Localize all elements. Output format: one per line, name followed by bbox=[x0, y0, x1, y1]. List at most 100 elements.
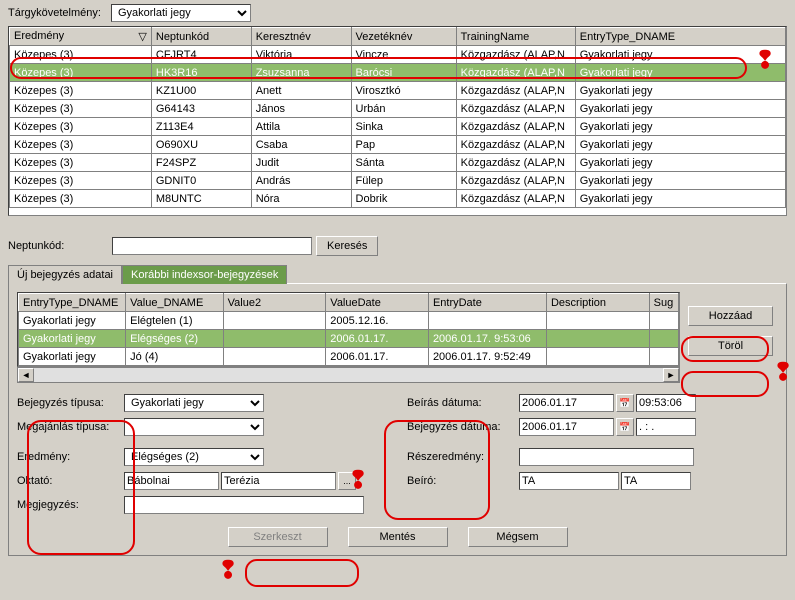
grid2-header[interactable]: Value_DNAME bbox=[126, 294, 224, 312]
table-cell: Közgazdász (ALAP,N bbox=[456, 46, 575, 64]
grid1-header[interactable]: Vezetéknév bbox=[351, 28, 456, 46]
writer1-input[interactable] bbox=[519, 472, 619, 490]
table-cell: Elégtelen (1) bbox=[126, 312, 224, 330]
offer-type-select[interactable] bbox=[124, 418, 264, 436]
teacher-firstname-input[interactable] bbox=[221, 472, 336, 490]
edit-button[interactable]: Szerkeszt bbox=[228, 527, 328, 547]
note-input[interactable] bbox=[124, 496, 364, 514]
table-row[interactable]: Közepes (3)CFJRT4ViktóriaVinczeKözgazdás… bbox=[10, 46, 786, 64]
table-row[interactable]: Közepes (3)M8UNTCNóraDobrikKözgazdász (A… bbox=[10, 190, 786, 208]
table-cell bbox=[223, 312, 326, 330]
entry-type-select[interactable]: Gyakorlati jegy bbox=[124, 394, 264, 412]
tab-previous-entries[interactable]: Korábbi indexsor-bejegyzések bbox=[122, 265, 287, 284]
grid2-header[interactable]: Value2 bbox=[223, 294, 326, 312]
table-row[interactable]: Közepes (3)G64143JánosUrbánKözgazdász (A… bbox=[10, 100, 786, 118]
table-cell: M8UNTC bbox=[151, 190, 251, 208]
table-cell: GDNIT0 bbox=[151, 172, 251, 190]
table-cell bbox=[649, 348, 678, 366]
table-cell: 2006.01.17. 9:52:49 bbox=[428, 348, 546, 366]
entry-date-input[interactable] bbox=[519, 418, 614, 436]
table-cell: Gyakorlati jegy bbox=[575, 46, 785, 64]
table-cell: Csaba bbox=[251, 136, 351, 154]
table-cell: Nóra bbox=[251, 190, 351, 208]
table-cell: Közgazdász (ALAP,N bbox=[456, 100, 575, 118]
write-date-label: Beírás dátuma: bbox=[407, 397, 517, 409]
table-cell: HK3R16 bbox=[151, 64, 251, 82]
grid2-header[interactable]: EntryDate bbox=[428, 294, 546, 312]
tab-new-entry[interactable]: Új bejegyzés adatai bbox=[8, 265, 122, 284]
table-cell bbox=[546, 312, 649, 330]
entry-type-label: Bejegyzés típusa: bbox=[17, 397, 122, 409]
table-cell: Közepes (3) bbox=[10, 154, 152, 172]
table-cell: Közepes (3) bbox=[10, 82, 152, 100]
table-cell bbox=[223, 348, 326, 366]
requirement-select[interactable]: Gyakorlati jegy bbox=[111, 4, 251, 22]
cancel-button[interactable]: Mégsem bbox=[468, 527, 568, 547]
offer-type-label: Megajánlás típusa: bbox=[17, 421, 122, 433]
table-cell: Urbán bbox=[351, 100, 456, 118]
write-date-input[interactable] bbox=[519, 394, 614, 412]
table-cell: Közepes (3) bbox=[10, 136, 152, 154]
partial-label: Részeredmény: bbox=[407, 451, 517, 463]
write-time-input[interactable] bbox=[636, 394, 696, 412]
table-cell: 2006.01.17. bbox=[326, 330, 429, 348]
table-cell: Sánta bbox=[351, 154, 456, 172]
teacher-label: Oktató: bbox=[17, 475, 122, 487]
teacher-lastname-input[interactable] bbox=[124, 472, 219, 490]
table-cell: Gyakorlati jegy bbox=[19, 348, 126, 366]
table-cell: Közgazdász (ALAP,N bbox=[456, 136, 575, 154]
table-cell: Pap bbox=[351, 136, 456, 154]
entry-date-label: Bejegyzés dátuma: bbox=[407, 421, 517, 433]
writer2-input[interactable] bbox=[621, 472, 691, 490]
result-select[interactable]: Elégséges (2) bbox=[124, 448, 264, 466]
grid1-header[interactable]: Eredmény ▽ bbox=[10, 28, 152, 46]
table-row[interactable]: Közepes (3)O690XUCsabaPapKözgazdász (ALA… bbox=[10, 136, 786, 154]
table-cell: Zsuzsanna bbox=[251, 64, 351, 82]
scroll-left-icon[interactable]: ◄ bbox=[18, 368, 34, 382]
entries-grid[interactable]: EntryType_DNAMEValue_DNAMEValue2ValueDat… bbox=[17, 292, 680, 367]
table-row[interactable]: Közepes (3)HK3R16ZsuzsannaBarócsiKözgazd… bbox=[10, 64, 786, 82]
grid1-header[interactable]: Neptunkód bbox=[151, 28, 251, 46]
grid1-header[interactable]: TrainingName bbox=[456, 28, 575, 46]
write-date-cal-icon[interactable]: 📅 bbox=[616, 394, 634, 412]
table-row[interactable]: Gyakorlati jegyJó (4)2006.01.17.2006.01.… bbox=[19, 348, 679, 366]
table-cell: Közepes (3) bbox=[10, 64, 152, 82]
results-grid[interactable]: Eredmény ▽NeptunkódKeresztnévVezetéknévT… bbox=[8, 26, 787, 216]
save-button[interactable]: Mentés bbox=[348, 527, 448, 547]
grid2-header[interactable]: Sug bbox=[649, 294, 678, 312]
scroll-right-icon[interactable]: ► bbox=[663, 368, 679, 382]
table-cell bbox=[649, 312, 678, 330]
search-button[interactable]: Keresés bbox=[316, 236, 378, 256]
entry-date-cal-icon[interactable]: 📅 bbox=[616, 418, 634, 436]
table-cell: CFJRT4 bbox=[151, 46, 251, 64]
table-cell: Közgazdász (ALAP,N bbox=[456, 82, 575, 100]
table-row[interactable]: Közepes (3)GDNIT0AndrásFülepKözgazdász (… bbox=[10, 172, 786, 190]
table-cell: Fülep bbox=[351, 172, 456, 190]
grid2-header[interactable]: EntryType_DNAME bbox=[19, 294, 126, 312]
teacher-browse-button[interactable]: ... bbox=[338, 472, 356, 490]
grid2-header[interactable]: Description bbox=[546, 294, 649, 312]
note-label: Megjegyzés: bbox=[17, 499, 122, 511]
table-row[interactable]: Közepes (3)Z113E4AttilaSinkaKözgazdász (… bbox=[10, 118, 786, 136]
delete-button[interactable]: Töröl bbox=[688, 336, 773, 356]
grid1-header[interactable]: Keresztnév bbox=[251, 28, 351, 46]
entries-hscroll[interactable]: ◄ ► bbox=[17, 367, 680, 383]
table-row[interactable]: Közepes (3)KZ1U00AnettVirosztkóKözgazdás… bbox=[10, 82, 786, 100]
table-cell: Közepes (3) bbox=[10, 190, 152, 208]
table-cell bbox=[223, 330, 326, 348]
grid2-header[interactable]: ValueDate bbox=[326, 294, 429, 312]
result-label: Eredmény: bbox=[17, 451, 122, 463]
table-row[interactable]: Közepes (3)F24SPZJuditSántaKözgazdász (A… bbox=[10, 154, 786, 172]
table-row[interactable]: Gyakorlati jegyElégtelen (1)2005.12.16. bbox=[19, 312, 679, 330]
table-row[interactable]: Gyakorlati jegyElégséges (2)2006.01.17.2… bbox=[19, 330, 679, 348]
neptun-input[interactable] bbox=[112, 237, 312, 255]
entry-time-input[interactable] bbox=[636, 418, 696, 436]
table-cell: 2006.01.17. bbox=[326, 348, 429, 366]
grid1-header[interactable]: EntryType_DNAME bbox=[575, 28, 785, 46]
add-button[interactable]: Hozzáad bbox=[688, 306, 773, 326]
partial-input[interactable] bbox=[519, 448, 694, 466]
table-cell: G64143 bbox=[151, 100, 251, 118]
table-cell: Barócsi bbox=[351, 64, 456, 82]
neptun-label: Neptunkód: bbox=[8, 240, 108, 252]
table-cell: O690XU bbox=[151, 136, 251, 154]
